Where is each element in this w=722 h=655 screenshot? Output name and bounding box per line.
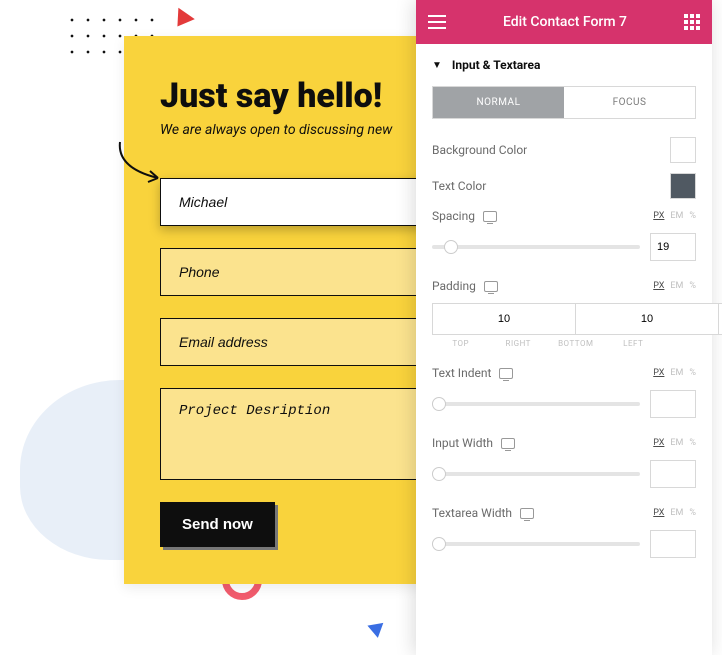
unit-pct[interactable]: % xyxy=(689,281,696,291)
textarea-width-input[interactable] xyxy=(650,530,696,558)
card-heading: Just say hello! xyxy=(160,76,442,116)
section-title: Input & Textarea xyxy=(452,58,540,72)
email-input[interactable] xyxy=(160,318,442,366)
editor-panel: Edit Contact Form 7 ▼ Input & Textarea N… xyxy=(416,0,712,655)
input-width-input[interactable] xyxy=(650,460,696,488)
textarea-width-slider[interactable] xyxy=(432,542,640,546)
unit-px[interactable]: PX xyxy=(653,438,664,448)
padding-top-label: TOP xyxy=(432,339,490,348)
padding-right-label: RIGHT xyxy=(490,339,548,348)
unit-em[interactable]: EM xyxy=(670,368,683,378)
unit-pct[interactable]: % xyxy=(689,438,696,448)
padding-right-input[interactable] xyxy=(575,303,719,335)
padding-bottom-label: BOTTOM xyxy=(547,339,605,348)
text-indent-input[interactable] xyxy=(650,390,696,418)
unit-pct[interactable]: % xyxy=(689,368,696,378)
textarea-width-label: Textarea Width xyxy=(432,506,512,520)
text-indent-slider[interactable] xyxy=(432,402,640,406)
bg-color-label: Background Color xyxy=(432,143,527,157)
desktop-icon[interactable] xyxy=(499,368,513,379)
text-color-swatch[interactable] xyxy=(670,173,696,199)
unit-em[interactable]: EM xyxy=(670,438,683,448)
text-color-label: Text Color xyxy=(432,179,486,193)
bg-color-swatch[interactable] xyxy=(670,137,696,163)
decorative-triangle xyxy=(169,8,195,33)
desktop-icon[interactable] xyxy=(483,211,497,222)
unit-em[interactable]: EM xyxy=(670,211,683,221)
card-subtitle: We are always open to discussing new xyxy=(160,122,442,138)
desktop-icon[interactable] xyxy=(501,438,515,449)
caret-down-icon: ▼ xyxy=(432,60,442,71)
unit-px[interactable]: PX xyxy=(653,281,664,291)
name-input[interactable] xyxy=(160,178,442,226)
tab-normal[interactable]: NORMAL xyxy=(433,87,564,118)
project-textarea[interactable] xyxy=(160,388,442,480)
unit-em[interactable]: EM xyxy=(670,281,683,291)
padding-bottom-input[interactable] xyxy=(718,303,722,335)
unit-px[interactable]: PX xyxy=(653,508,664,518)
padding-label: Padding xyxy=(432,279,476,293)
arrow-icon xyxy=(112,138,172,188)
input-width-label: Input Width xyxy=(432,436,493,450)
panel-header: Edit Contact Form 7 xyxy=(416,0,712,44)
apps-icon[interactable] xyxy=(684,14,700,30)
unit-pct[interactable]: % xyxy=(689,508,696,518)
unit-em[interactable]: EM xyxy=(670,508,683,518)
spacing-input[interactable] xyxy=(650,233,696,261)
tab-focus[interactable]: FOCUS xyxy=(564,87,695,118)
spacing-slider[interactable] xyxy=(432,245,640,249)
menu-icon[interactable] xyxy=(428,15,446,29)
panel-title: Edit Contact Form 7 xyxy=(446,14,684,30)
phone-input[interactable] xyxy=(160,248,442,296)
padding-left-label: LEFT xyxy=(605,339,663,348)
text-indent-label: Text Indent xyxy=(432,366,491,380)
send-button[interactable]: Send now xyxy=(160,502,275,547)
desktop-icon[interactable] xyxy=(520,508,534,519)
spacing-label: Spacing xyxy=(432,209,475,223)
desktop-icon[interactable] xyxy=(484,281,498,292)
padding-top-input[interactable] xyxy=(432,303,576,335)
unit-pct[interactable]: % xyxy=(689,211,696,221)
unit-px[interactable]: PX xyxy=(653,368,664,378)
decorative-triangle xyxy=(365,618,384,638)
state-tabs: NORMAL FOCUS xyxy=(432,86,696,119)
input-width-slider[interactable] xyxy=(432,472,640,476)
section-toggle[interactable]: ▼ Input & Textarea xyxy=(432,44,696,86)
unit-px[interactable]: PX xyxy=(653,211,664,221)
